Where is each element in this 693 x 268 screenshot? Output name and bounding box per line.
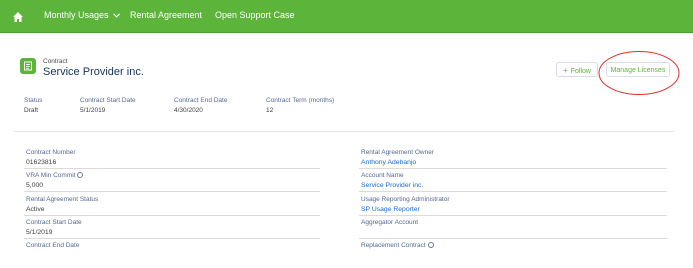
highlight-end-date-label: Contract End Date	[174, 97, 228, 104]
highlight-status-value: Draft	[24, 107, 39, 114]
field-separator	[24, 168, 320, 169]
nav-rental-agreement[interactable]: Rental Agreement	[130, 10, 202, 20]
top-nav-bar: Monthly Usages Rental Agreement Open Sup…	[0, 0, 693, 33]
chevron-down-icon[interactable]	[112, 11, 120, 20]
info-icon[interactable]	[77, 172, 84, 179]
section-divider	[14, 131, 674, 132]
field-separator	[359, 191, 667, 192]
field-separator	[359, 215, 667, 216]
nav-monthly-usages[interactable]: Monthly Usages	[44, 10, 120, 20]
field-vra-min-commit-value: 5,000	[26, 182, 44, 189]
field-contract-number-label: Contract Number	[26, 149, 76, 156]
field-contract-number-value: 01623816	[26, 159, 57, 166]
record-title: Service Provider inc.	[43, 66, 144, 78]
follow-button-label: Follow	[570, 68, 591, 75]
highlight-status-label: Status	[24, 97, 43, 104]
field-usage-admin-label: Usage Reporting Administrator	[361, 196, 450, 203]
field-start-date-label: Contract Start Date	[26, 219, 82, 226]
field-start-date-value: 5/1/2019	[26, 229, 53, 236]
field-rental-status-value: Active	[26, 206, 45, 213]
info-icon[interactable]	[427, 242, 434, 249]
field-owner-label: Rental Agreement Owner	[361, 149, 434, 156]
field-replacement-contract-label: Replacement Contract	[361, 242, 434, 249]
plus-icon: +	[563, 66, 568, 75]
field-rental-status-label: Rental Agreement Status	[26, 196, 99, 203]
field-vra-min-commit-label: VRA Min Commit	[26, 172, 84, 179]
field-end-date-label: Contract End Date	[26, 242, 80, 249]
manage-licenses-button[interactable]: Manage Licenses	[606, 62, 670, 77]
follow-button[interactable]: + Follow	[556, 62, 598, 77]
nav-open-support-case[interactable]: Open Support Case	[215, 10, 295, 20]
home-icon[interactable]	[12, 10, 24, 22]
field-separator	[24, 238, 320, 239]
highlight-end-date-value: 4/30/2020	[174, 107, 203, 114]
field-account-name-link[interactable]: Service Provider inc.	[361, 182, 423, 189]
nav-monthly-usages-label: Monthly Usages	[44, 10, 109, 20]
field-owner-link[interactable]: Anthony Adebanjo	[361, 159, 416, 166]
field-account-name-label: Account Name	[361, 172, 404, 179]
field-separator	[24, 215, 320, 216]
field-separator	[359, 238, 667, 239]
field-separator	[24, 191, 320, 192]
field-vra-min-commit-text: VRA Min Commit	[26, 172, 76, 179]
field-usage-admin-link[interactable]: SP Usage Reporter	[361, 206, 420, 213]
highlight-term-value: 12	[266, 107, 274, 114]
field-aggregator-label: Aggregator Account	[361, 219, 419, 226]
field-replacement-contract-text: Replacement Contract	[361, 242, 426, 249]
contract-icon	[20, 58, 36, 74]
highlight-term-label: Contract Term (months)	[266, 97, 335, 104]
highlight-start-date-value: 5/1/2019	[80, 107, 106, 114]
object-type-label: Contract	[43, 58, 68, 65]
highlight-start-date-label: Contract Start Date	[80, 97, 136, 104]
field-separator	[359, 168, 667, 169]
